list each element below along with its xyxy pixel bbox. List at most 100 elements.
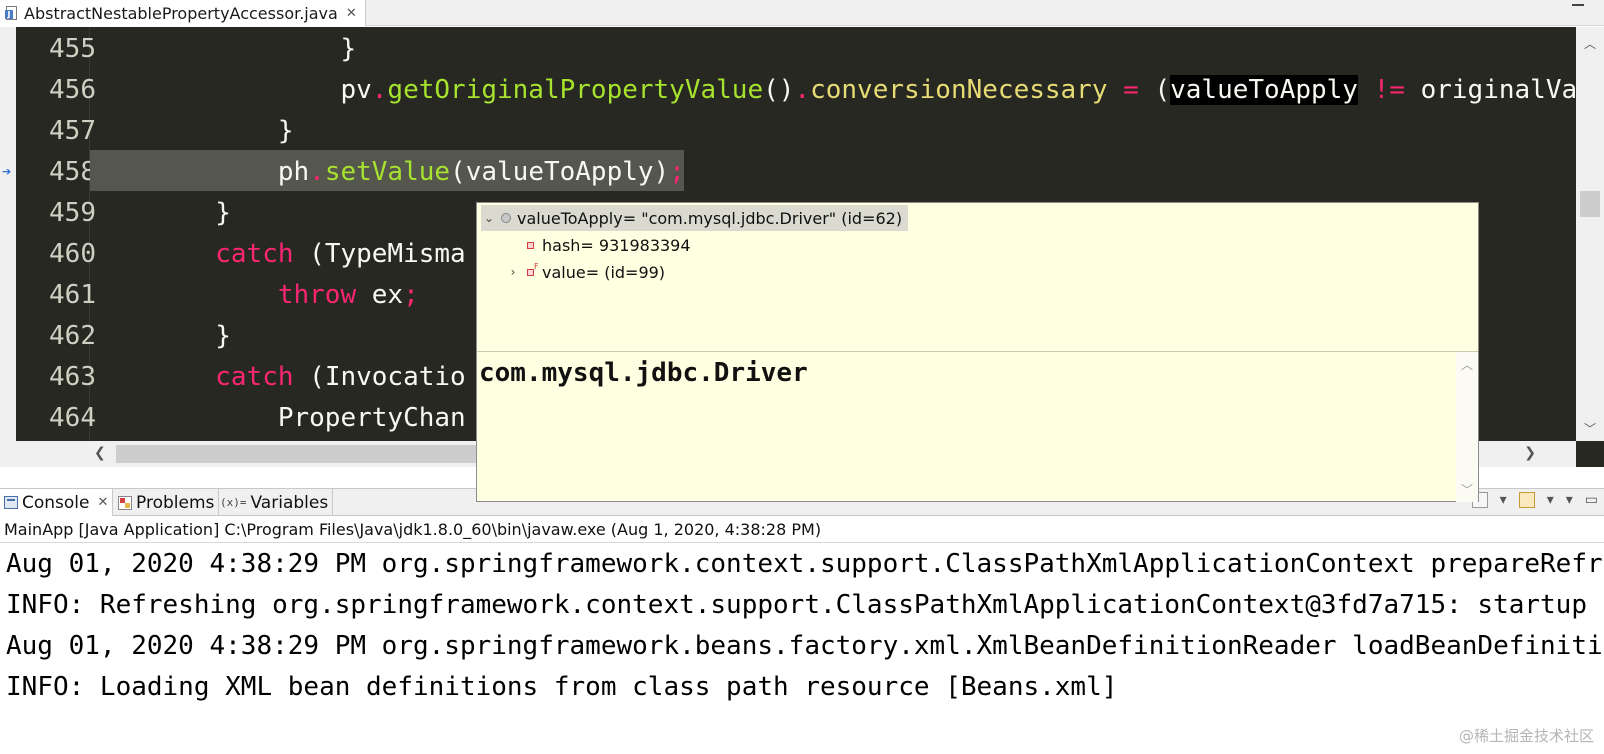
line-number: 462 (49, 321, 96, 351)
problems-icon (118, 495, 132, 510)
code-token: getOriginalPropertyValue (387, 75, 764, 105)
collapse-icon[interactable]: ⌄ (481, 211, 497, 225)
code-token: pv (340, 75, 372, 105)
code-token: ex (356, 280, 404, 310)
tab-label: Console (22, 492, 90, 513)
line-number: 464 (49, 403, 96, 433)
code-keyword: throw (277, 280, 357, 310)
line-number: 456 (49, 75, 96, 105)
tree-row-label: hash= 931983394 (542, 235, 691, 255)
tab-label: Variables (250, 492, 329, 513)
code-token: . (371, 75, 388, 105)
vertical-scrollbar[interactable]: ︿ ﹀ (1576, 27, 1604, 441)
tab-label: Problems (136, 492, 215, 513)
code-token: () (763, 75, 795, 105)
console-line: INFO: Loading XML bean definitions from … (6, 672, 1118, 702)
code-token: (TypeMisma (293, 239, 466, 269)
line-number: 457 (49, 116, 96, 146)
watermark: @稀土掘金技术社区 (1458, 727, 1594, 745)
code-token: != (1373, 75, 1405, 105)
tree-row-value[interactable]: › value= (id=99) (505, 259, 665, 285)
tab-console[interactable]: Console ✕ (0, 489, 114, 516)
field-icon (527, 241, 534, 249)
minimize-icon[interactable]: ▭ (1585, 492, 1598, 508)
tree-row-hash[interactable]: hash= 931983394 (505, 232, 691, 258)
minimize-icon[interactable] (1572, 4, 1584, 6)
code-line[interactable]: } (90, 29, 1576, 70)
console-line: Aug 01, 2020 4:38:29 PM org.springframew… (6, 549, 1604, 579)
code-keyword: catch (215, 362, 294, 392)
code-token: originalValue); (1420, 75, 1576, 105)
horizontal-scroll-thumb[interactable] (116, 445, 476, 463)
detail-scrollbar[interactable]: ︿ ﹀ (1456, 352, 1478, 502)
console-line: INFO: Refreshing org.springframework.con… (6, 590, 1604, 620)
code-token: setValue (324, 157, 451, 187)
expand-icon[interactable]: › (505, 265, 521, 279)
line-number: 455 (49, 34, 96, 64)
code-token: . (794, 75, 811, 105)
code-line[interactable]: } (90, 111, 1576, 152)
code-token: PropertyChan (277, 403, 466, 433)
close-icon[interactable]: ✕ (346, 6, 357, 21)
line-number: 460 (49, 239, 96, 269)
scroll-down-icon[interactable]: ﹀ (1461, 481, 1473, 498)
code-token: = (1123, 75, 1139, 105)
variable-tree[interactable]: ⌄ valueToApply= "com.mysql.jdbc.Driver" … (477, 203, 1478, 351)
code-token: . (309, 157, 325, 187)
detail-value: com.mysql.jdbc.Driver (479, 358, 808, 388)
code-token: } (340, 34, 357, 64)
line-number: 459 (49, 198, 96, 228)
tab-problems[interactable]: Problems (114, 489, 220, 516)
code-keyword: catch (215, 239, 294, 269)
selected-identifier: valueToApply (1170, 75, 1358, 105)
scroll-down-icon[interactable]: ﹀ (1584, 420, 1596, 437)
dropdown-icon[interactable]: ▾ (1547, 492, 1554, 508)
close-icon[interactable]: ✕ (98, 495, 109, 510)
code-token: (valueToApply) (450, 157, 670, 187)
scroll-right-icon[interactable]: ❯ (1524, 445, 1536, 461)
code-token: conversionNecessary (810, 75, 1108, 105)
code-token: } (215, 198, 231, 228)
java-file-icon: J (4, 5, 20, 21)
open-console-icon[interactable] (1518, 492, 1535, 508)
line-number-gutter: 455 456 457 458 459 460 461 462 463 464 (16, 27, 96, 441)
code-token: ( (1138, 75, 1171, 105)
scroll-up-icon[interactable]: ︿ (1584, 35, 1596, 52)
code-token: (Invocatio (293, 362, 466, 392)
detail-pane[interactable]: com.mysql.jdbc.Driver ︿ ﹀ (477, 351, 1478, 502)
debug-hover-popup[interactable]: ⌄ valueToApply= "com.mysql.jdbc.Driver" … (476, 202, 1479, 502)
code-token: ph (277, 157, 310, 187)
object-icon (501, 213, 511, 223)
code-token: ; (669, 157, 685, 187)
code-line[interactable]: ph.setValue(valueToApply); (90, 152, 1576, 193)
console-launch-description: MainApp [Java Application] C:\Program Fi… (0, 517, 1604, 543)
editor-tabbar: J AbstractNestablePropertyAccessor.java … (0, 0, 1604, 26)
scroll-left-icon[interactable]: ❮ (94, 445, 106, 461)
tab-variables[interactable]: (x)= Variables (216, 489, 334, 516)
console-output[interactable]: @稀土掘金技术社区 Aug 01, 2020 4:38:29 PM org.sp… (0, 544, 1604, 754)
variables-icon: (x)= (220, 496, 247, 509)
vertical-scroll-thumb[interactable] (1580, 191, 1600, 217)
line-number: 461 (49, 280, 96, 310)
view-menu-icon[interactable]: ▾ (1566, 492, 1573, 508)
tree-row-root[interactable]: ⌄ valueToApply= "com.mysql.jdbc.Driver" … (481, 205, 909, 231)
code-line[interactable]: pv.getOriginalPropertyValue().conversion… (90, 70, 1576, 111)
scroll-up-icon[interactable]: ︿ (1461, 356, 1473, 373)
code-token: } (277, 116, 294, 146)
debug-current-line-icon: ➔ (2, 165, 12, 178)
editor-tab-java-file[interactable]: J AbstractNestablePropertyAccessor.java … (0, 0, 366, 26)
console-toolbar: ▾ ▾ ▾ ▭ (1471, 492, 1598, 508)
editor-ruler: ➔ (0, 27, 16, 467)
dropdown-icon[interactable]: ▾ (1500, 492, 1507, 508)
